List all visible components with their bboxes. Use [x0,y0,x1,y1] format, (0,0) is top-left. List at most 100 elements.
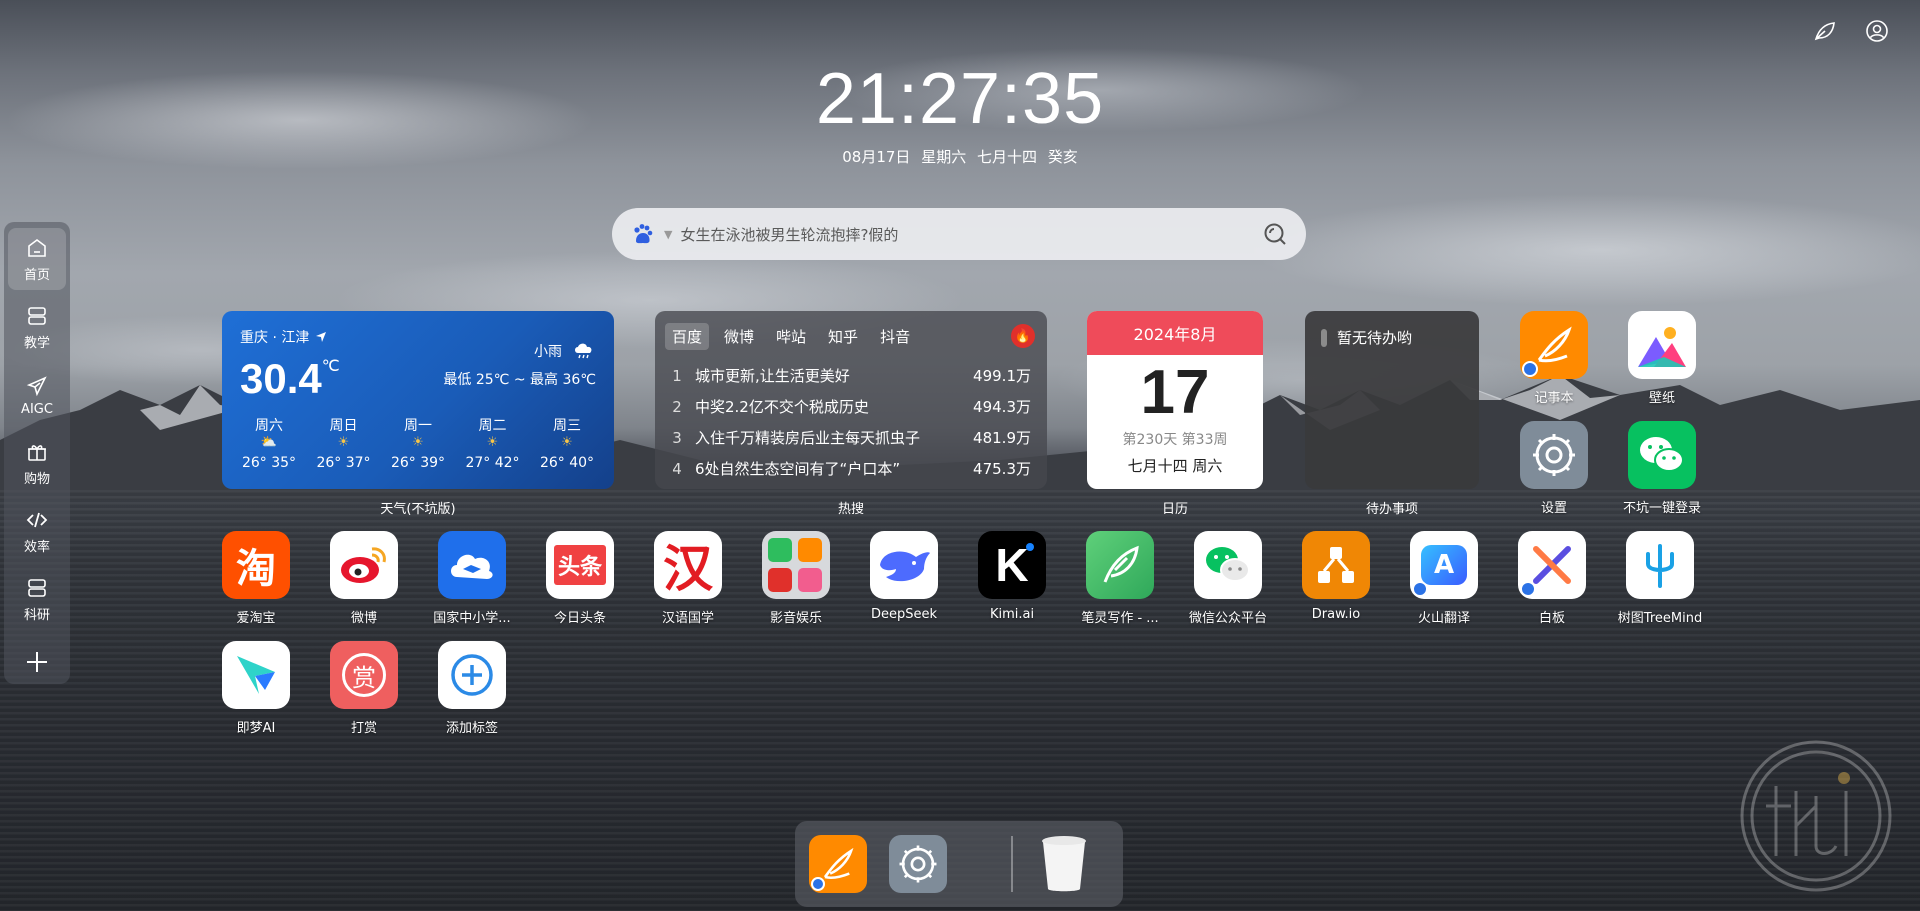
app-drawio[interactable]: Draw.io [1286,531,1386,622]
forecast-day: 周日 ☀ 26° 37° [307,415,381,471]
hot-search-widget: 百度 微博 哔站 知乎 抖音 🔥 1 城市更新,让生活更美好 499.1万 2 中奖2… [655,311,1047,489]
app-label: 微信公众平台 [1188,611,1267,626]
sidebar-item-research[interactable]: 科研 [8,568,66,630]
gear-icon [899,845,937,883]
reward-icon: 赏 [330,641,398,709]
forecast-range: 26° 35° [241,455,297,471]
hot-title: 城市更新,让生活更美好 [695,367,850,385]
dock-divider [1011,836,1013,892]
weather-widget[interactable]: 重庆 · 江津 30.4℃ 小雨 最低 25℃ ~ 最高 36℃ 周六 ⛅ 26… [222,311,614,489]
add-category-button[interactable] [8,638,66,686]
link-badge-icon [1412,581,1428,597]
list-item[interactable]: 2 中奖2.2亿不交个税成历史 494.3万 [665,391,1037,422]
sidebar-item-home[interactable]: 首页 [8,228,66,290]
app-label: 记事本 [1534,391,1574,406]
huoshan-glyph: A [1421,545,1467,585]
notepad-icon [823,847,854,880]
app-jimeng[interactable]: 即梦AI [206,641,306,736]
app-settings[interactable]: 设置 [1504,421,1604,516]
taobao-glyph: 淘 [236,546,276,592]
rank-number: 2 [672,397,682,416]
calendar-lunar: 七月十四 周六 [1127,457,1223,475]
app-kimi[interactable]: K Kimi.ai [962,531,1062,622]
sidebar-item-teaching[interactable]: 教学 [8,296,66,358]
tab-baidu[interactable]: 百度 [665,323,710,350]
app-wxmp[interactable]: 微信公众平台 [1178,531,1278,626]
weather-condition-text: 小雨 [534,344,562,360]
app-treemind[interactable]: 树图TreeMind [1610,531,1710,626]
chevron-down-icon[interactable]: ▼ [664,228,672,241]
sidebar-item-label: 首页 [23,267,50,283]
dock-trash[interactable] [1035,835,1093,893]
wechat-mp-icon [1194,531,1262,599]
media-folder-icon [762,531,830,599]
app-biling[interactable]: 笔灵写作 - ... [1070,531,1170,626]
sun-icon: ☀ [337,435,350,450]
baidu-paw-icon[interactable] [630,221,656,247]
app-label: DeepSeek [870,607,938,622]
forecast-day-label: 周六 [255,418,283,434]
app-zxx[interactable]: 国家中小学... [422,531,522,626]
forecast-day: 周三 ☀ 26° 40° [530,415,604,471]
forecast-day-label: 周三 [553,418,581,434]
tab-zhihu[interactable]: 知乎 [821,323,865,350]
notepad-icon [1520,311,1588,379]
app-add-tag[interactable]: 添加标签 [422,641,522,736]
todo-widget[interactable]: 暂无待办哟 [1305,311,1479,489]
app-label: 汉语国学 [661,611,714,626]
forecast-range: 26° 40° [539,455,595,471]
app-whiteboard[interactable]: 白板 [1502,531,1602,626]
app-taobao[interactable]: 淘 爱淘宝 [206,531,306,626]
app-reward[interactable]: 赏 打赏 [314,641,414,736]
leaf-icon[interactable] [1812,18,1838,44]
add-circle-icon [438,641,506,709]
calendar-caption: 日历 [1161,502,1188,517]
sidebar-item-efficiency[interactable]: 效率 [8,500,66,562]
hot-heat: 499.1万 [973,367,1031,385]
link-badge-icon [1522,361,1538,377]
app-toutiao[interactable]: 头条 今日头条 [530,531,630,626]
tab-bilibili[interactable]: 哔站 [769,323,813,350]
sun-icon: ☀ [561,435,573,450]
watermark-logo [1740,740,1892,892]
search-icon[interactable] [1262,221,1288,247]
app-deepseek[interactable]: DeepSeek [854,531,954,622]
app-yingyin[interactable]: 影音娱乐 [746,531,846,626]
app-notepad[interactable]: 记事本 [1504,311,1604,406]
todo-empty-row: 暂无待办哟 [1321,327,1463,348]
calendar-widget[interactable]: 2024年8月 17 第230天 第33周 七月十四 周六 [1087,311,1263,489]
todo-caption: 待办事项 [1365,502,1418,517]
app-label: 今日头条 [553,611,606,626]
rank-number: 3 [672,428,682,447]
list-item[interactable]: 1 城市更新,让生活更美好 499.1万 [665,360,1037,391]
app-label: 爱淘宝 [236,611,276,626]
app-label: 不坑一键登录 [1622,501,1701,516]
forecast-range: 26° 39° [390,455,446,471]
tab-weibo[interactable]: 微博 [717,323,761,350]
link-badge-icon [1520,581,1536,597]
search-bar[interactable]: ▼ 女生在泳池被男生轮流抱摔?假的 [612,208,1306,260]
calendar-day: 17 [1140,358,1210,427]
app-wechat-login[interactable]: 不坑一键登录 [1612,421,1712,516]
hot-heat: 494.3万 [973,398,1031,416]
sidebar-item-shopping[interactable]: 购物 [8,432,66,494]
app-hanyu[interactable]: 汉 汉语国学 [638,531,738,626]
dock-notepad[interactable] [809,835,867,893]
user-icon[interactable] [1864,18,1890,44]
app-weibo[interactable]: 微博 [314,531,414,626]
weather-location-text: 重庆 · 江津 [240,330,310,346]
dock-settings[interactable] [889,835,947,893]
search-input[interactable]: 女生在泳池被男生轮流抱摔?假的 [680,224,1262,245]
clock-time: 21:27:35 [815,59,1105,139]
calendar-month: 2024年8月 [1087,311,1263,355]
sun-icon: ☀ [486,435,499,450]
list-item[interactable]: 3 入住千万精装房后业主每天抓虫子 481.9万 [665,422,1037,453]
app-huoshan[interactable]: A 火山翻译 [1394,531,1494,626]
home-icon [28,238,46,257]
list-item[interactable]: 4 6处自然生态空间有了“户口本” 475.3万 [665,453,1037,484]
sidebar-item-aigc[interactable]: AIGC [8,364,66,426]
app-wallpaper[interactable]: 壁纸 [1612,311,1712,406]
tab-douyin[interactable]: 抖音 [873,323,917,350]
top-right-toolbar [1812,18,1890,44]
video-app-icon [768,538,792,562]
